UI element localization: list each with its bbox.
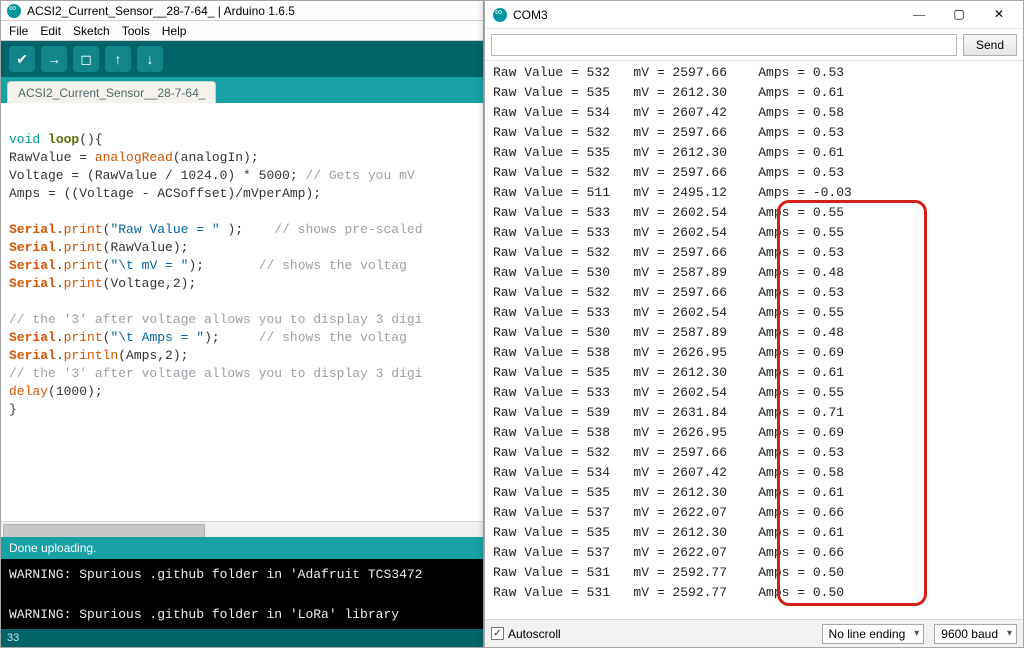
line-ending-select[interactable]: No line ending (822, 624, 925, 644)
minimize-button[interactable]: — (899, 1, 939, 28)
code-line: Serial.print("\t mV = "); // shows the v… (9, 257, 475, 275)
upload-button[interactable]: → (41, 46, 67, 72)
arrow-up-icon: ↑ (115, 52, 122, 66)
file-icon: ◻ (80, 52, 92, 66)
arduino-icon (493, 8, 507, 22)
new-button[interactable]: ◻ (73, 46, 99, 72)
code-line: RawValue = analogRead(analogIn); (9, 149, 475, 167)
sketch-tab[interactable]: ACSI2_Current_Sensor__28-7-64_ (7, 81, 216, 103)
code-line: Serial.print("Raw Value = " ); // shows … (9, 221, 475, 239)
horizontal-scrollbar[interactable] (1, 521, 483, 537)
menu-tools[interactable]: Tools (122, 24, 150, 38)
serial-titlebar: COM3 — ▢ ✕ (485, 1, 1023, 29)
code-editor[interactable]: void loop(){RawValue = analogRead(analog… (1, 103, 483, 537)
ide-status-text: Done uploading. (9, 541, 96, 555)
serial-output[interactable]: Raw Value = 532 mV = 2597.66 Amps = 0.53… (485, 61, 1023, 619)
code-line: Serial.println(Amps,2); (9, 347, 475, 365)
ide-titlebar: ACSI2_Current_Sensor__28-7-64_ | Arduino… (1, 1, 483, 21)
code-line (9, 113, 475, 131)
open-button[interactable]: ↑ (105, 46, 131, 72)
ide-line-number: 33 (7, 632, 19, 644)
menu-file[interactable]: File (9, 24, 28, 38)
serial-input[interactable] (491, 34, 957, 56)
menu-help[interactable]: Help (162, 24, 187, 38)
line-ending-value: No line ending (829, 627, 906, 641)
autoscroll-checkbox[interactable]: ✓ Autoscroll (491, 627, 561, 641)
arduino-ide-window: ACSI2_Current_Sensor__28-7-64_ | Arduino… (0, 0, 484, 648)
serial-lines: Raw Value = 532 mV = 2597.66 Amps = 0.53… (493, 63, 1015, 603)
autoscroll-label: Autoscroll (508, 627, 561, 641)
code-line: delay(1000); (9, 383, 475, 401)
code-line: Serial.print(RawValue); (9, 239, 475, 257)
maximize-button[interactable]: ▢ (939, 1, 979, 28)
code-line: Serial.print(Voltage,2); (9, 275, 475, 293)
arrow-down-icon: ↓ (147, 52, 154, 66)
ide-menubar: File Edit Sketch Tools Help (1, 21, 483, 41)
code-line: Amps = ((Voltage - ACSoffset)/mVperAmp); (9, 185, 475, 203)
code-line: Voltage = (RawValue / 1024.0) * 5000; //… (9, 167, 475, 185)
serial-footer: ✓ Autoscroll No line ending 9600 baud (485, 619, 1023, 647)
checkbox-icon: ✓ (491, 627, 504, 640)
verify-button[interactable]: ✔ (9, 46, 35, 72)
menu-edit[interactable]: Edit (40, 24, 61, 38)
ide-toolbar: ✔ → ◻ ↑ ↓ (1, 41, 483, 77)
code-line: // the '3' after voltage allows you to d… (9, 365, 475, 383)
baud-select[interactable]: 9600 baud (934, 624, 1017, 644)
serial-monitor-window: COM3 — ▢ ✕ Send Raw Value = 532 mV = 259… (484, 0, 1024, 648)
code-line: Serial.print("\t Amps = "); // shows the… (9, 329, 475, 347)
save-button[interactable]: ↓ (137, 46, 163, 72)
menu-sketch[interactable]: Sketch (73, 24, 110, 38)
ide-console[interactable]: WARNING: Spurious .github folder in 'Ada… (1, 559, 483, 629)
code-line (9, 293, 475, 311)
code-line: } (9, 401, 475, 419)
serial-title: COM3 (513, 8, 899, 22)
code-line (9, 203, 475, 221)
check-icon: ✔ (16, 52, 28, 66)
ide-title: ACSI2_Current_Sensor__28-7-64_ | Arduino… (27, 4, 295, 18)
send-button[interactable]: Send (963, 34, 1017, 56)
ide-footer: 33 (1, 629, 483, 647)
code-line: void loop(){ (9, 131, 475, 149)
arduino-icon (7, 4, 21, 18)
ide-status-bar: Done uploading. (1, 537, 483, 559)
ide-tabbar: ACSI2_Current_Sensor__28-7-64_ (1, 77, 483, 103)
serial-send-row: Send (485, 29, 1023, 61)
code-line: // the '3' after voltage allows you to d… (9, 311, 475, 329)
close-button[interactable]: ✕ (979, 1, 1019, 28)
baud-value: 9600 baud (941, 627, 998, 641)
arrow-right-icon: → (47, 52, 61, 66)
